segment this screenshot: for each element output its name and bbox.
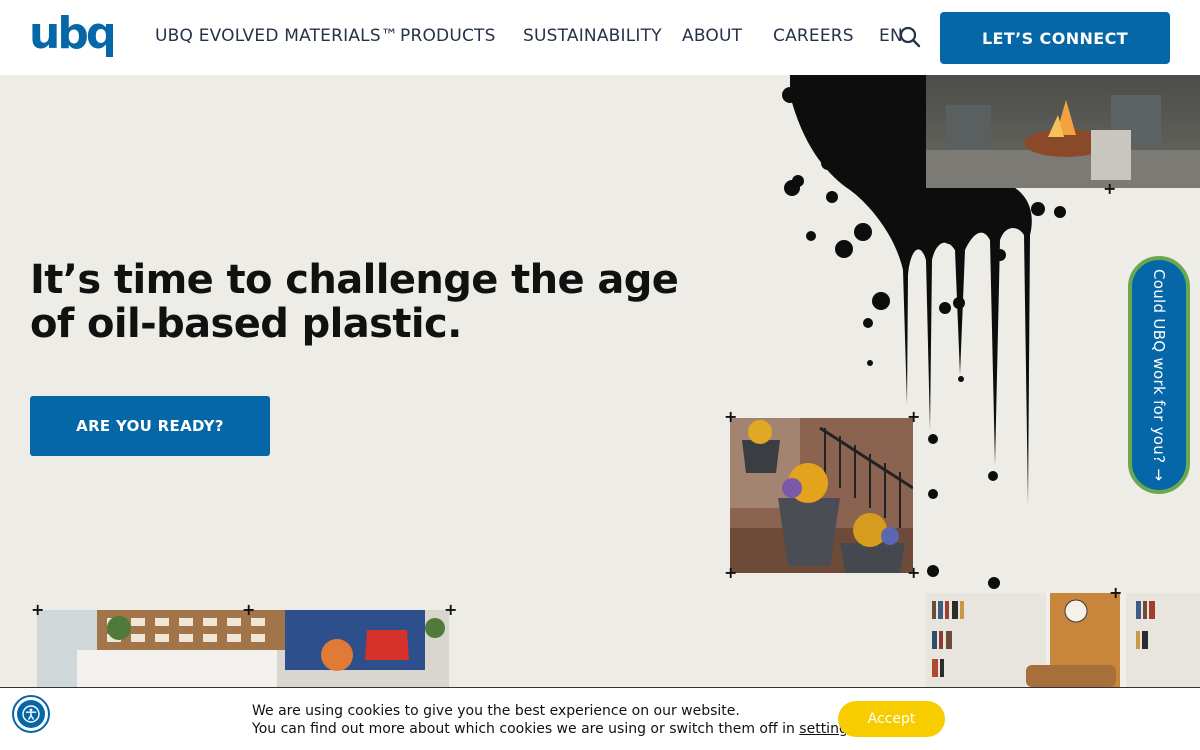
fire-pit-photo [926,75,1200,188]
crosshair-marker: + [724,407,738,426]
cookie-message: We are using cookies to give you the bes… [252,702,860,738]
crosshair-marker: + [907,563,921,582]
accessibility-button[interactable] [12,695,50,733]
accessibility-icon-wrap [17,700,45,728]
are-you-ready-button[interactable]: ARE YOU READY? [30,396,270,456]
nav-products[interactable]: PRODUCTS [400,26,496,46]
bookshelf-photo [926,593,1200,687]
lets-connect-button[interactable]: LET’S CONNECT [940,12,1170,64]
side-tab-label: Could UBQ work for you? → [1150,268,1168,482]
hero-title: It’s time to challenge the age of oil-ba… [30,257,679,347]
office-illustration [37,610,445,687]
nav-careers[interactable]: CAREERS [773,26,854,46]
ubq-logo[interactable]: ubq [29,10,113,62]
accessibility-icon [22,705,40,723]
crosshair-marker: + [724,563,738,582]
cookie-line-2-text: You can find out more about which cookie… [252,721,800,737]
bookshelf-illustration [926,593,1200,687]
cookie-banner: We are using cookies to give you the bes… [0,687,1200,750]
crosshair-marker: + [1103,179,1117,198]
site-header: ubq UBQ EVOLVED MATERIALS™ PRODUCTS SUST… [0,0,1200,75]
crosshair-marker: + [242,600,256,619]
fire-pit-illustration [926,95,1200,188]
could-ubq-work-for-you-tab[interactable]: Could UBQ work for you? → [1128,256,1190,494]
accept-cookies-button[interactable]: Accept [838,701,945,737]
crosshair-marker: + [444,600,458,619]
search-icon[interactable] [899,26,921,48]
planters-photo [730,418,913,573]
nav-ubq-evolved-materials[interactable]: UBQ EVOLVED MATERIALS™ [155,26,398,46]
office-photo [37,610,449,687]
svg-text:ubq: ubq [29,10,113,59]
crosshair-marker: + [1109,583,1123,602]
crosshair-marker: + [907,407,921,426]
planters-illustration [730,418,913,573]
cookie-line-2: You can find out more about which cookie… [252,720,860,738]
nav-about[interactable]: ABOUT [682,26,742,46]
cookie-line-1: We are using cookies to give you the bes… [252,703,740,719]
crosshair-marker: + [31,600,45,619]
nav-sustainability[interactable]: SUSTAINABILITY [523,26,662,46]
